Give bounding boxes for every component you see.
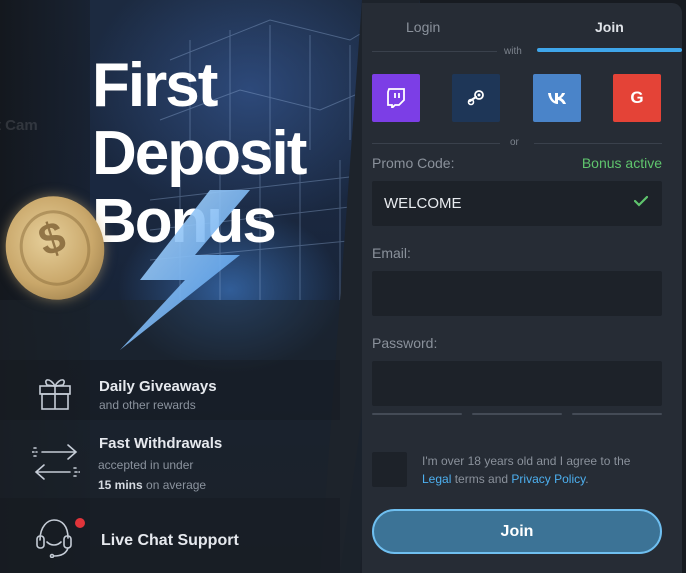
strength-segment [372,413,462,415]
or-label: or [510,137,519,148]
terms-text-part-3: . [585,472,589,486]
auth-tabs: Login Join with [362,3,682,57]
steam-login-button[interactable] [452,74,500,122]
google-icon: G [630,88,644,107]
gift-icon [39,379,71,410]
headset-icon [36,519,72,558]
headline-line-2: Deposit [92,119,307,188]
auth-panel: Login Join with G or Promo Code: Bonus a… [362,3,682,573]
bonus-status: Bonus active [581,155,662,171]
strength-segment [572,413,662,415]
signup-screen: t Cam First Deposit Bonus $ Daily Giveaw… [0,0,686,573]
headline-line-1: First [92,51,218,120]
feature-subtitle: and other rewards [99,398,196,412]
strength-segment [472,413,562,415]
join-button[interactable]: Join [372,509,662,554]
legal-link[interactable]: Legal [422,472,451,486]
terms-text: I'm over 18 years old and I agree to the… [422,452,662,488]
feature-fast-withdrawals: Fast Withdrawals accepted in under 15 mi… [0,430,340,500]
feature-title: Live Chat Support [101,532,239,549]
promo-code-label: Promo Code: [372,155,455,171]
password-field[interactable] [372,361,662,406]
feature-title: Fast Withdrawals [99,435,223,452]
tab-divider [372,51,497,52]
or-line-left [372,143,500,144]
tab-login[interactable]: Login [406,19,440,35]
vk-icon [548,93,566,104]
check-icon [634,195,648,207]
promo-code-value: WELCOME [384,195,462,212]
email-label: Email: [372,245,411,261]
terms-text-part-1: I'm over 18 years old and I agree to the [422,454,631,468]
twitch-login-button[interactable] [372,74,420,122]
or-separator: or [362,137,682,149]
google-login-button[interactable]: G [613,74,661,122]
transfer-arrows-icon [32,444,80,480]
notification-dot [75,518,85,528]
withdrawal-time: 15 mins [98,478,143,492]
tab-join[interactable]: Join [595,19,624,35]
privacy-policy-link[interactable]: Privacy Policy [511,472,585,486]
feature-title: Daily Giveaways [99,378,217,395]
email-field[interactable] [372,271,662,316]
or-line-right [534,143,662,144]
steam-icon [467,90,484,106]
password-strength-meter [372,413,662,415]
feature-live-chat[interactable]: Live Chat Support [0,508,340,568]
feature-subtitle: accepted in under [98,458,194,472]
feature-list: Daily Giveaways and other rewards Fast W… [0,360,360,573]
terms-text-part-2: terms and [454,472,509,486]
withdrawal-time-suffix: on average [146,478,207,492]
twitch-icon [387,88,405,108]
age-terms-checkbox[interactable] [372,452,407,487]
feature-subtitle-line-2: 15 mins on average [98,478,206,492]
promo-code-input[interactable]: WELCOME [372,181,662,226]
lightning-bolt-icon [120,190,250,350]
password-label: Password: [372,335,438,351]
active-tab-indicator [537,48,682,52]
vk-login-button[interactable] [533,74,581,122]
feature-daily-giveaways: Daily Giveaways and other rewards [0,360,340,420]
with-label: with [504,46,522,57]
